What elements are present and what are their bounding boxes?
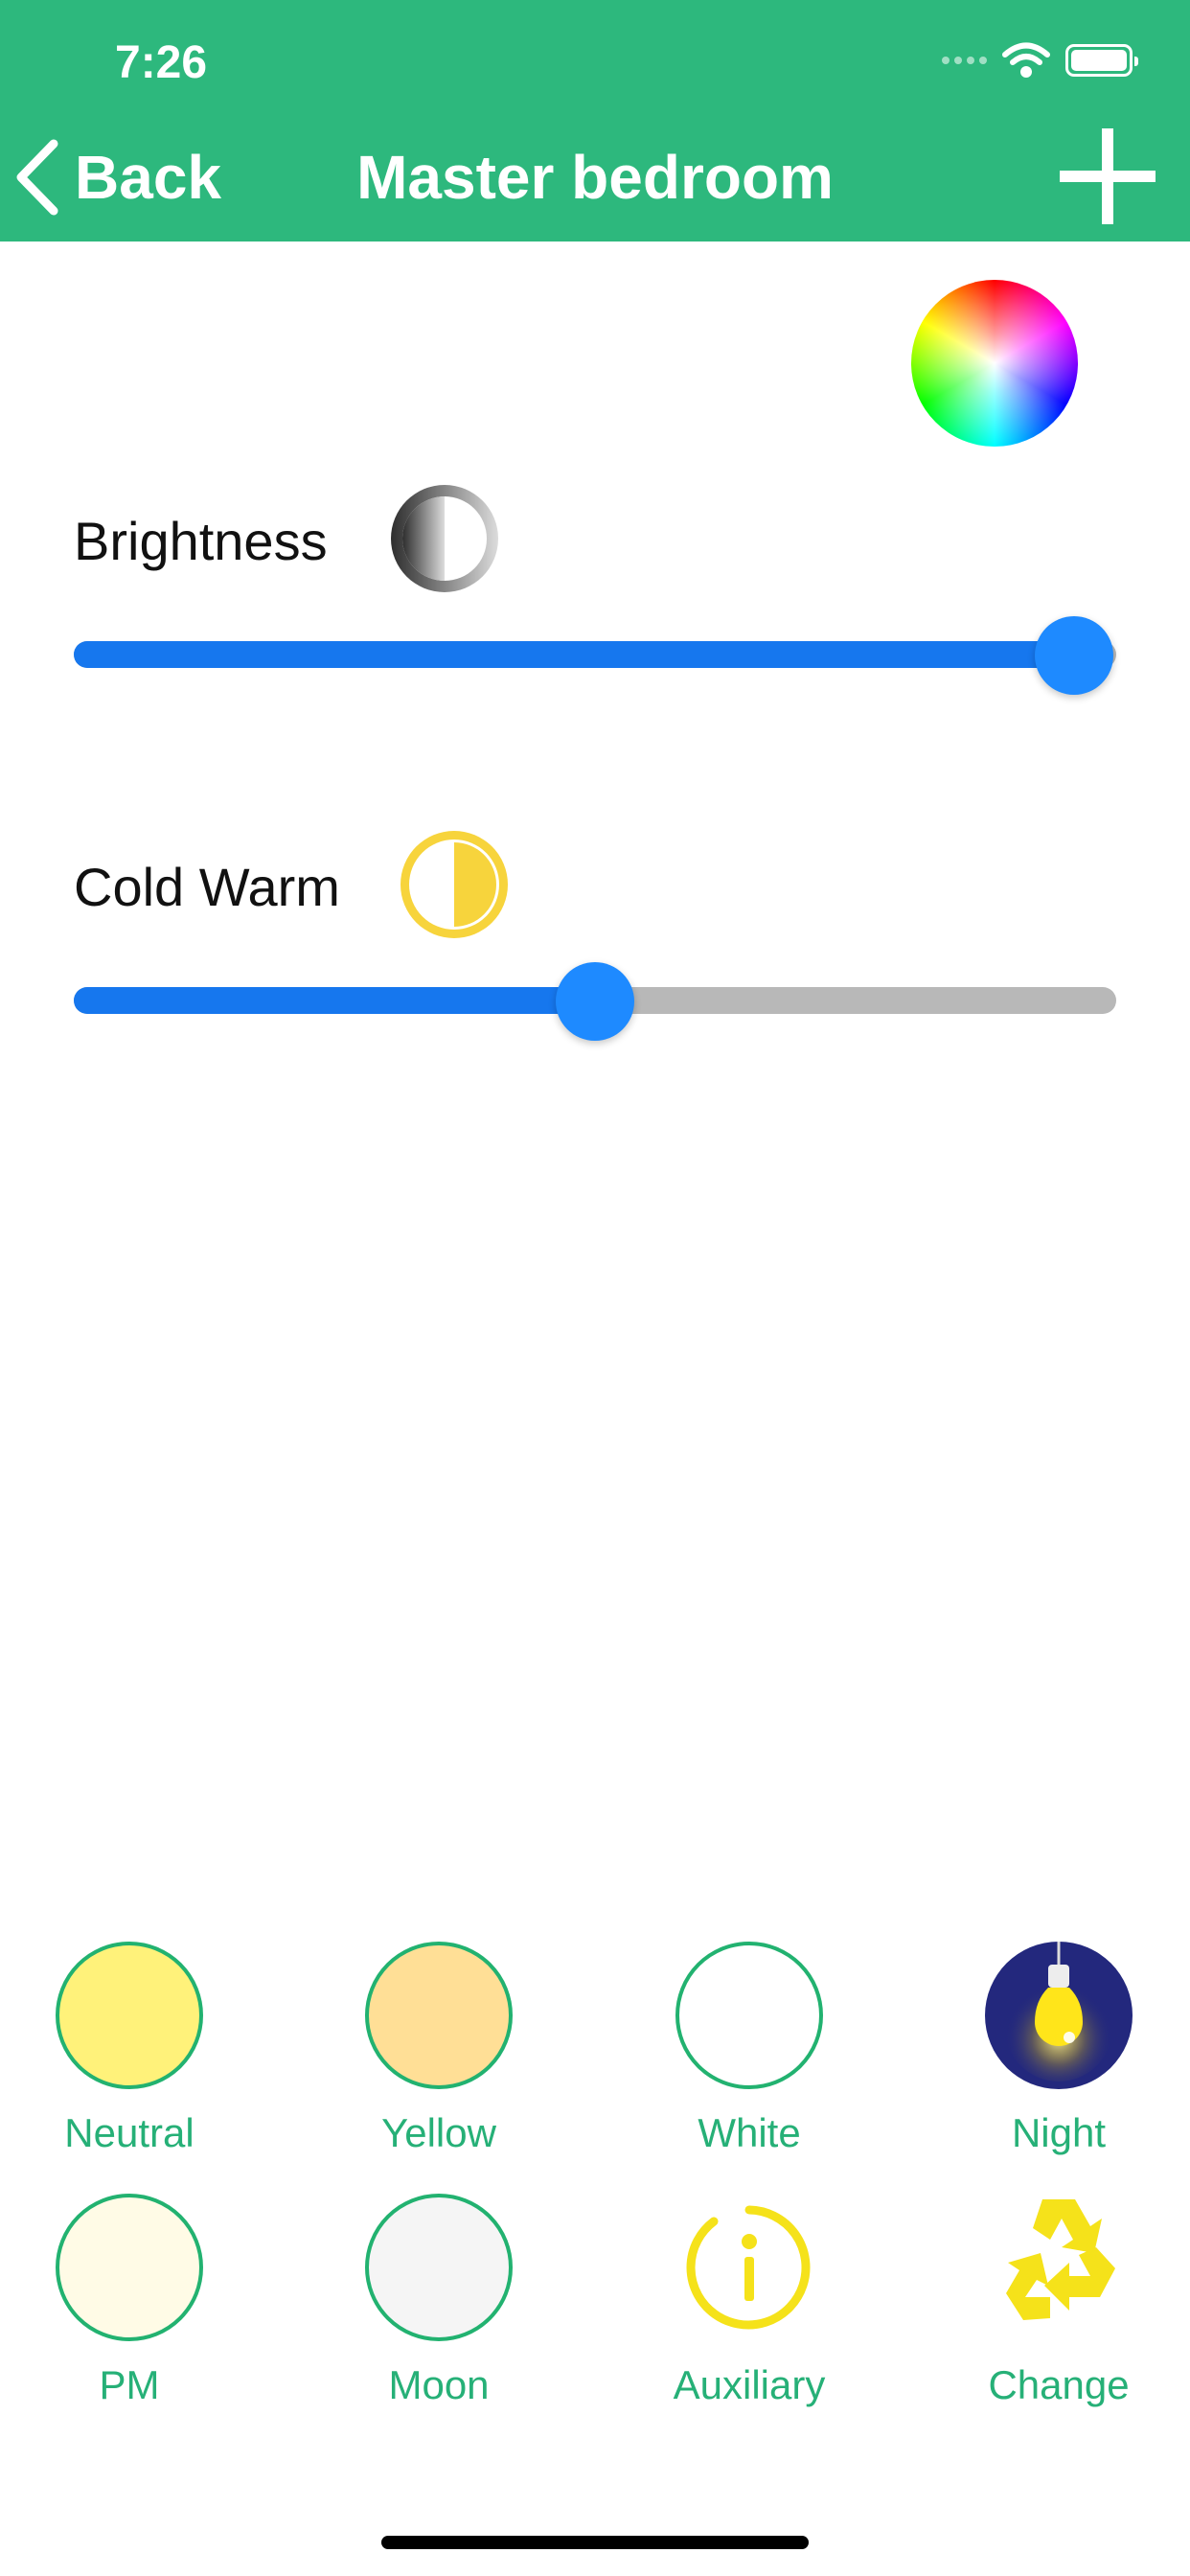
slider-thumb[interactable] — [556, 962, 634, 1041]
info-icon — [686, 2205, 811, 2330]
preset-label: Auxiliary — [673, 2362, 826, 2407]
slider-fill — [74, 987, 595, 1014]
preset-label: Neutral — [64, 2110, 195, 2155]
preset-yellow[interactable]: Yellow — [324, 1942, 554, 2172]
wifi-icon — [1002, 42, 1050, 78]
plus-icon — [1060, 128, 1156, 224]
preset-night[interactable]: Night — [944, 1942, 1174, 2172]
cold-warm-slider[interactable] — [74, 962, 1116, 1041]
preset-label: Moon — [388, 2362, 490, 2407]
preset-label: PM — [99, 2362, 160, 2407]
back-label: Back — [75, 143, 221, 212]
preset-neutral[interactable]: Neutral — [14, 1942, 244, 2172]
neutral-swatch-icon — [56, 1942, 203, 2089]
brightness-slider[interactable] — [74, 616, 1116, 695]
preset-auxiliary[interactable]: Auxiliary — [634, 2194, 864, 2424]
slider-fill — [74, 641, 1075, 668]
pm-swatch-icon — [56, 2194, 203, 2341]
slider-thumb[interactable] — [1035, 616, 1114, 695]
preset-label: Change — [988, 2362, 1130, 2407]
navigation-header: 7:26 Back Master bedroom — [0, 0, 1190, 242]
light-bulb-icon — [985, 1942, 1133, 2089]
cold-warm-label: Cold Warm — [74, 857, 340, 917]
white-swatch-icon — [675, 1942, 823, 2089]
signal-icon — [942, 57, 987, 64]
contrast-icon — [391, 485, 498, 592]
preset-change[interactable]: Change — [944, 2194, 1174, 2424]
chevron-left-icon — [16, 139, 58, 216]
add-button[interactable] — [1054, 123, 1161, 230]
moon-swatch-icon — [365, 2194, 513, 2341]
home-indicator[interactable] — [381, 2536, 809, 2549]
brightness-label: Brightness — [74, 511, 328, 571]
color-wheel-button[interactable] — [911, 280, 1078, 447]
preset-moon[interactable]: Moon — [324, 2194, 554, 2424]
preset-pm[interactable]: PM — [14, 2194, 244, 2424]
color-temperature-icon — [400, 831, 508, 938]
status-icons — [942, 42, 1138, 79]
preset-white[interactable]: White — [634, 1942, 864, 2172]
status-time: 7:26 — [115, 37, 208, 88]
preset-label: Yellow — [381, 2110, 496, 2155]
recycle-icon — [1006, 2199, 1115, 2320]
battery-icon — [1065, 44, 1138, 77]
yellow-swatch-icon — [365, 1942, 513, 2089]
back-button[interactable]: Back — [13, 134, 221, 220]
preset-label: White — [698, 2110, 801, 2155]
preset-label: Night — [1011, 2110, 1107, 2155]
